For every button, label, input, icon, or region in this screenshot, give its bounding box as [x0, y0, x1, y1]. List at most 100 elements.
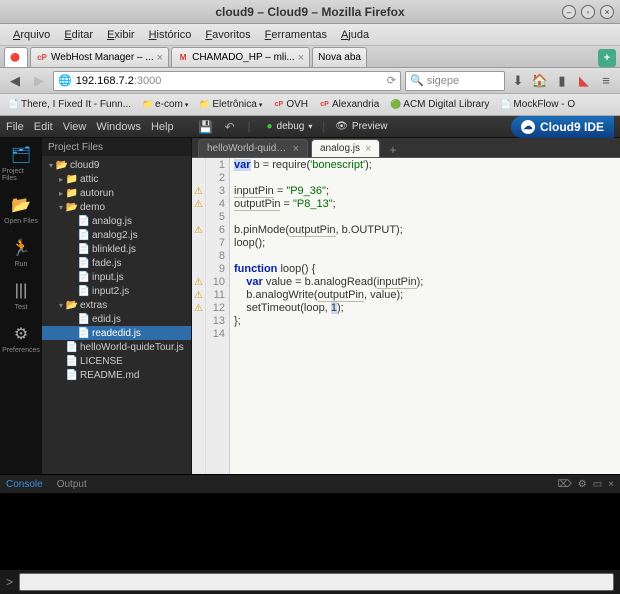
menu-icon[interactable]: ≡ [597, 72, 615, 90]
back-button[interactable]: ◀ [5, 71, 25, 91]
tree-file[interactable]: 📄fade.js [42, 256, 191, 270]
editor-tab-close-icon[interactable]: × [293, 143, 299, 155]
c9-menu-view[interactable]: View [63, 121, 87, 133]
save-icon[interactable]: 💾 [198, 119, 214, 135]
tree-file[interactable]: 📄analog2.js [42, 228, 191, 242]
menu-arquivo[interactable]: Arquivo [6, 27, 57, 43]
bookmarks-icon[interactable]: ▮ [553, 72, 571, 90]
tree-folder[interactable]: ▾📂cloud9 [42, 158, 191, 172]
tree-twisty-icon[interactable]: ▸ [56, 189, 66, 198]
line-number: 9 [206, 263, 225, 276]
repl-input[interactable] [19, 573, 614, 591]
preview-button[interactable]: 👁Preview [335, 121, 387, 132]
tree-file[interactable]: 📄input2.js [42, 284, 191, 298]
tree-file[interactable]: 📄input.js [42, 270, 191, 284]
warning-icon [192, 224, 205, 237]
search-bar[interactable]: 🔍 sigepe [405, 71, 505, 91]
editor-new-tab-button[interactable]: + [383, 143, 402, 157]
close-icon[interactable]: × [600, 5, 614, 19]
menu-editar[interactable]: Editar [57, 27, 100, 43]
bookmark-item[interactable]: 🟢ACM Digital Library [386, 98, 493, 111]
tree-twisty-icon[interactable]: ▾ [46, 161, 56, 170]
project-tree[interactable]: ▾📂cloud9▸📁attic▸📁autorun▾📂demo📄analog.js… [42, 156, 191, 474]
editor-tab[interactable]: analog.js × [311, 139, 380, 157]
close-panel-icon[interactable]: × [608, 479, 614, 490]
tab-output[interactable]: Output [57, 479, 87, 490]
editor-tab[interactable]: helloWorld-quide...× [198, 139, 308, 157]
url-port: :3000 [134, 75, 162, 87]
browser-tab[interactable]: cPWebHost Manager – ...× [30, 47, 169, 67]
bookmark-label: MockFlow - O [513, 99, 575, 110]
browser-tab[interactable]: 🔴 [4, 47, 28, 67]
reload-icon[interactable]: ⟳ [387, 74, 396, 87]
menu-favoritos[interactable]: Favoritos [198, 27, 257, 43]
home-icon[interactable]: 🏠 [531, 72, 549, 90]
new-tab-button[interactable]: + [598, 49, 616, 67]
c9-menu-edit[interactable]: Edit [34, 121, 53, 133]
rail-test[interactable]: |||Test [2, 280, 40, 311]
maximize-icon[interactable]: ◦ [581, 5, 595, 19]
c9-menu-windows[interactable]: Windows [96, 121, 141, 133]
warning-icon [192, 159, 205, 172]
download-icon[interactable]: ⬇ [509, 72, 527, 90]
rail-project-files[interactable]: 🗂Project Files [2, 144, 40, 182]
tree-twisty-icon[interactable]: ▾ [56, 203, 66, 212]
bookmark-item[interactable]: cPAlexandria [315, 98, 383, 111]
rail-label: Test [15, 304, 28, 311]
line-number: 7 [206, 237, 225, 250]
tree-twisty-icon[interactable]: ▾ [56, 301, 66, 310]
tree-folder[interactable]: ▾📂extras [42, 298, 191, 312]
rail-preferences[interactable]: ⚙Preferences [2, 323, 40, 354]
code-editor[interactable]: 1234567891011121314 var b = require('bon… [192, 158, 620, 474]
bookmark-label: Alexandria [332, 99, 379, 110]
tree-file[interactable]: 📄helloWorld-quideTour.js [42, 340, 191, 354]
tree-folder[interactable]: ▸📁autorun [42, 186, 191, 200]
file-icon: 📄 [78, 328, 90, 339]
repl-prompt: > [6, 575, 13, 589]
bookmark-item[interactable]: 📄There, I Fixed It - Funn... [4, 98, 135, 111]
tab-console[interactable]: Console [6, 479, 43, 490]
tree-file[interactable]: 📄edid.js [42, 312, 191, 326]
clear-icon[interactable]: ⌦ [558, 479, 572, 490]
menu-ferramentas[interactable]: Ferramentas [258, 27, 334, 43]
console-body[interactable] [0, 493, 620, 570]
minimize-icon[interactable]: – [562, 5, 576, 19]
pocket-icon[interactable]: ◣ [575, 72, 593, 90]
chevron-down-icon: ▾ [259, 101, 263, 109]
debug-button[interactable]: ●debug▾ [266, 121, 312, 132]
menu-ajuda[interactable]: Ajuda [334, 27, 376, 43]
tree-folder[interactable]: ▸📁attic [42, 172, 191, 186]
tree-file[interactable]: 📄analog.js [42, 214, 191, 228]
url-bar[interactable]: 🌐 192.168.7.2:3000 ⟳ [53, 71, 401, 91]
tree-twisty-icon[interactable]: ▸ [56, 175, 66, 184]
gear-icon[interactable]: ⚙ [578, 479, 587, 490]
code-content[interactable]: var b = require('bonescript'); inputPin … [230, 158, 620, 474]
tab-label: Nova aba [318, 52, 361, 63]
browser-tab[interactable]: MCHAMADO_HP – mli...× [171, 47, 310, 67]
tree-file[interactable]: 📄readedid.js [42, 326, 191, 340]
editor-tab-close-icon[interactable]: × [365, 143, 371, 155]
tree-file[interactable]: 📄README.md [42, 368, 191, 382]
c9-menubar: FileEditViewWindowsHelp 💾 ↶ | ●debug▾ | … [0, 116, 620, 138]
rail-open-files[interactable]: 📂Open Files [2, 194, 40, 225]
collapse-icon[interactable]: ▭ [593, 479, 602, 490]
bookmark-item[interactable]: 📁e-com▾ [138, 98, 192, 111]
tree-folder[interactable]: ▾📂demo [42, 200, 191, 214]
editor-tab-label: analog.js [320, 143, 360, 154]
menu-histórico[interactable]: Histórico [142, 27, 199, 43]
bookmark-item[interactable]: cPOVH [269, 98, 312, 111]
c9-menu-file[interactable]: File [6, 121, 24, 133]
browser-tab[interactable]: Nova aba [312, 47, 367, 67]
tab-close-icon[interactable]: × [157, 52, 163, 64]
c9-menu-help[interactable]: Help [151, 121, 174, 133]
revert-icon[interactable]: ↶ [222, 119, 238, 135]
tree-file[interactable]: 📄blinkled.js [42, 242, 191, 256]
line-number: 14 [206, 328, 225, 341]
bookmark-item[interactable]: 📁Eletrônica▾ [195, 98, 266, 111]
rail-run[interactable]: 🏃Run [2, 237, 40, 268]
window-titlebar: cloud9 – Cloud9 – Mozilla Firefox – ◦ × [0, 0, 620, 24]
tree-file[interactable]: 📄LICENSE [42, 354, 191, 368]
tab-close-icon[interactable]: × [298, 52, 304, 64]
menu-exibir[interactable]: Exibir [100, 27, 142, 43]
bookmark-item[interactable]: 📄MockFlow - O [496, 98, 579, 111]
